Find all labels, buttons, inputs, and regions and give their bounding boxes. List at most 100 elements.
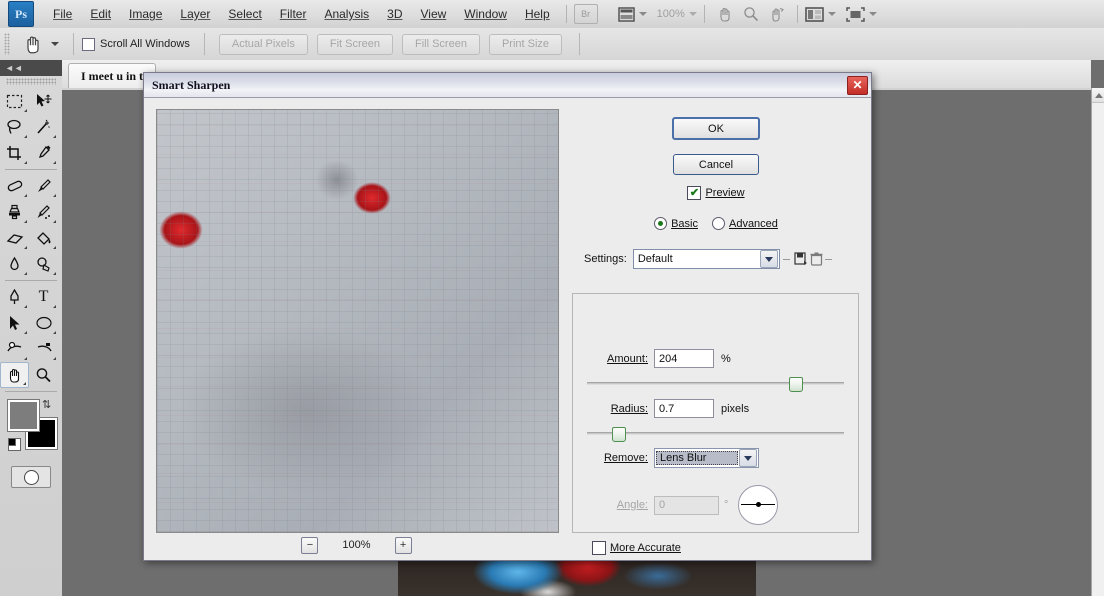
tool-preset-chevron-down-icon[interactable] — [51, 42, 59, 46]
view-extras-icon[interactable] — [617, 6, 647, 22]
radius-slider-knob[interactable] — [611, 427, 626, 442]
delete-preset-icon[interactable] — [809, 251, 825, 267]
amount-slider[interactable] — [587, 377, 844, 392]
zoom-tool[interactable] — [29, 362, 58, 388]
angle-dial[interactable] — [738, 485, 779, 525]
eyedropper-tool[interactable] — [29, 140, 58, 166]
amount-input[interactable]: 204 — [654, 349, 714, 368]
photoshop-logo: Ps — [8, 1, 34, 27]
lasso-tool[interactable] — [0, 114, 29, 140]
dodge-tool[interactable] — [29, 251, 58, 277]
rectangular-marquee-tool[interactable] — [0, 88, 29, 114]
chevron-down-icon — [638, 12, 647, 16]
settings-dropdown[interactable]: Default — [632, 249, 780, 269]
fill-screen-button[interactable]: Fill Screen — [401, 33, 480, 55]
rotate-view-icon[interactable] — [764, 6, 790, 22]
advanced-radio[interactable] — [711, 217, 725, 230]
path-selection-tool[interactable] — [0, 310, 29, 336]
swap-colors-icon[interactable]: ⇅ — [42, 398, 51, 411]
menu-file[interactable]: File — [44, 3, 81, 25]
arrange-documents-glyph — [804, 6, 824, 22]
zoom-chevron-down-icon[interactable] — [688, 12, 697, 16]
cancel-button[interactable]: Cancel — [673, 154, 759, 175]
radius-row: Radius: 0.7 pixels — [573, 399, 858, 418]
ok-button[interactable]: OK — [672, 117, 760, 140]
actual-pixels-button[interactable]: Actual Pixels — [218, 33, 308, 55]
gradient-tool[interactable] — [29, 225, 58, 251]
3d-orbit-tool[interactable] — [29, 336, 58, 362]
remove-label: Remove: — [603, 452, 648, 464]
menu-divider-1 — [565, 5, 567, 23]
clone-stamp-tool[interactable] — [0, 199, 29, 225]
zoom-icon[interactable] — [738, 6, 764, 22]
brush-tool[interactable] — [29, 173, 58, 199]
path-selection-icon — [10, 316, 20, 330]
zoom-in-button[interactable]: + — [394, 536, 412, 554]
ellipse-shape-tool[interactable] — [29, 310, 58, 336]
close-icon[interactable]: ✕ — [847, 75, 868, 95]
blur-tool[interactable] — [0, 251, 29, 277]
menu-select[interactable]: Select — [219, 3, 270, 25]
hand-icon[interactable] — [712, 6, 738, 22]
quick-mask-icon[interactable] — [11, 466, 51, 488]
hand-tool[interactable] — [0, 362, 29, 388]
rotate-view-tool[interactable] — [0, 336, 29, 362]
more-accurate-checkbox[interactable] — [592, 541, 606, 555]
screen-mode-chevron-down-icon — [868, 12, 877, 16]
move-tool[interactable] — [29, 88, 58, 114]
bridge-icon[interactable]: Br — [573, 4, 598, 24]
type-tool[interactable]: T — [29, 284, 58, 310]
print-size-button[interactable]: Print Size — [488, 33, 563, 55]
screen-mode-icon[interactable] — [846, 6, 877, 22]
amount-unit: % — [721, 352, 731, 365]
preview-image-box[interactable] — [156, 109, 559, 533]
move-icon — [37, 94, 52, 107]
screen-mode-glyph — [846, 6, 865, 22]
zoom-glyph — [744, 7, 758, 22]
tools-drag-handle[interactable] — [6, 78, 56, 85]
healing-brush-tool[interactable] — [0, 173, 29, 199]
scroll-all-windows-checkbox[interactable] — [82, 37, 95, 51]
menu-view[interactable]: View — [411, 3, 455, 25]
menu-3d[interactable]: 3D — [378, 3, 411, 25]
pen-tool[interactable] — [0, 284, 29, 310]
tools-collapse-button[interactable]: ◄◄ — [0, 60, 62, 76]
arrange-documents-icon[interactable] — [804, 6, 836, 22]
menu-window[interactable]: Window — [455, 3, 516, 25]
tools-group-vector: T — [0, 284, 62, 388]
menu-analysis[interactable]: Analysis — [315, 3, 378, 25]
menu-layer[interactable]: Layer — [171, 3, 219, 25]
eyedropper-icon — [38, 145, 51, 159]
menu-image[interactable]: Image — [120, 3, 171, 25]
crop-tool[interactable] — [0, 140, 29, 166]
remove-dropdown[interactable]: Lens Blur — [654, 448, 759, 468]
radius-slider[interactable] — [587, 427, 844, 442]
preview-image — [157, 110, 558, 532]
menu-filter[interactable]: Filter — [271, 3, 316, 25]
menu-edit[interactable]: Edit — [81, 3, 120, 25]
magic-wand-tool[interactable] — [29, 114, 58, 140]
fit-screen-button[interactable]: Fit Screen — [316, 33, 393, 55]
preview-checkbox[interactable]: ✔ — [687, 186, 702, 200]
zoom-out-button[interactable]: − — [301, 536, 319, 554]
foreground-color-swatch[interactable] — [8, 400, 39, 431]
dialog-title-bar[interactable]: Smart Sharpen ✕ — [144, 73, 871, 98]
eraser-tool[interactable] — [0, 225, 29, 251]
vertical-scrollbar[interactable] — [1091, 88, 1104, 596]
basic-radio[interactable] — [654, 217, 668, 230]
default-colors-icon[interactable] — [8, 438, 21, 451]
save-preset-icon[interactable] — [793, 251, 809, 267]
lasso-icon — [7, 119, 21, 134]
scroll-up-button[interactable] — [1092, 88, 1104, 103]
amount-slider-knob[interactable] — [789, 377, 804, 392]
radius-input[interactable]: 0.7 — [654, 399, 714, 418]
scroll-all-windows-label: Scroll All Windows — [100, 38, 190, 50]
history-brush-tool[interactable] — [29, 199, 58, 225]
options-bar-grip[interactable] — [4, 33, 10, 55]
mode-radio-group: Basic Advanced — [572, 217, 860, 230]
menu-help[interactable]: Help — [516, 3, 559, 25]
active-tool-icon[interactable] — [23, 34, 43, 54]
scrollbar-corner — [1091, 60, 1104, 88]
zoom-level-display[interactable]: 100% — [657, 8, 685, 20]
zoom-tool-icon — [36, 368, 51, 383]
